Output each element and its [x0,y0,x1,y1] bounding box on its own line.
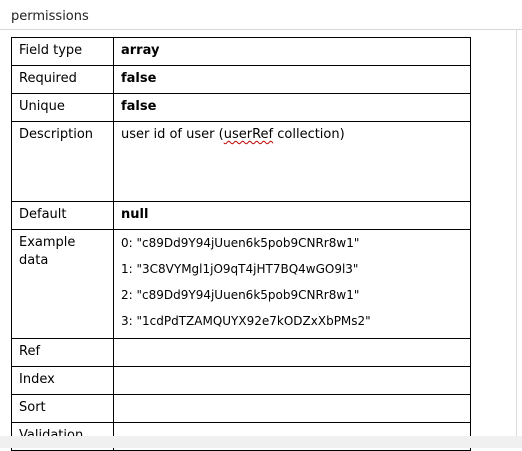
table-row: Ref [11,338,471,367]
panel-right-edge [516,30,517,448]
table-row: Sort [11,394,471,423]
table-row: Required false [11,65,471,94]
table-row: Unique false [11,93,471,122]
description-ref-word: userRef [223,127,274,142]
table-row: Index [11,366,471,395]
unique-value: false [113,93,471,122]
field-properties-table: Field type array Required false Unique f… [11,37,471,451]
description-text-before: user id of user ( [121,127,224,142]
field-type-label: Field type [11,37,114,66]
description-value: user id of user (userRef collection) [113,121,471,202]
default-value: null [113,201,471,230]
sort-value [113,394,471,423]
index-value [113,366,471,395]
description-text-after: collection) [273,127,345,142]
required-value: false [113,65,471,94]
default-label: Default [11,201,114,230]
table-row: Default null [11,201,471,230]
index-label: Index [11,366,114,395]
description-label: Description [11,121,114,202]
example-data-label: Example data [11,229,114,339]
table-row: Field type array [11,37,471,66]
collection-header: permissions [0,0,522,30]
ref-label: Ref [11,338,114,367]
unique-label: Unique [11,93,114,122]
field-type-value: array [113,37,471,66]
collection-title: permissions [11,9,89,24]
bottom-strip [0,436,522,448]
example-data-value: 0: "c89Dd9Y94jUuen6k5pob9CNRr8w1" 1: "3C… [113,229,471,339]
sort-label: Sort [11,394,114,423]
ref-value [113,338,471,367]
example-item: 0: "c89Dd9Y94jUuen6k5pob9CNRr8w1" [121,236,360,250]
example-item: 3: "1cdPdTZAMQUYX92e7kODZxXbPMs2" [121,314,371,328]
required-label: Required [11,65,114,94]
example-item: 2: "c89Dd9Y94jUuen6k5pob9CNRr8w1" [121,288,360,302]
example-item: 1: "3C8VYMgl1jO9qT4jHT7BQ4wGO9l3" [121,262,359,276]
table-row: Description user id of user (userRef col… [11,121,471,202]
table-row: Example data 0: "c89Dd9Y94jUuen6k5pob9CN… [11,229,471,339]
